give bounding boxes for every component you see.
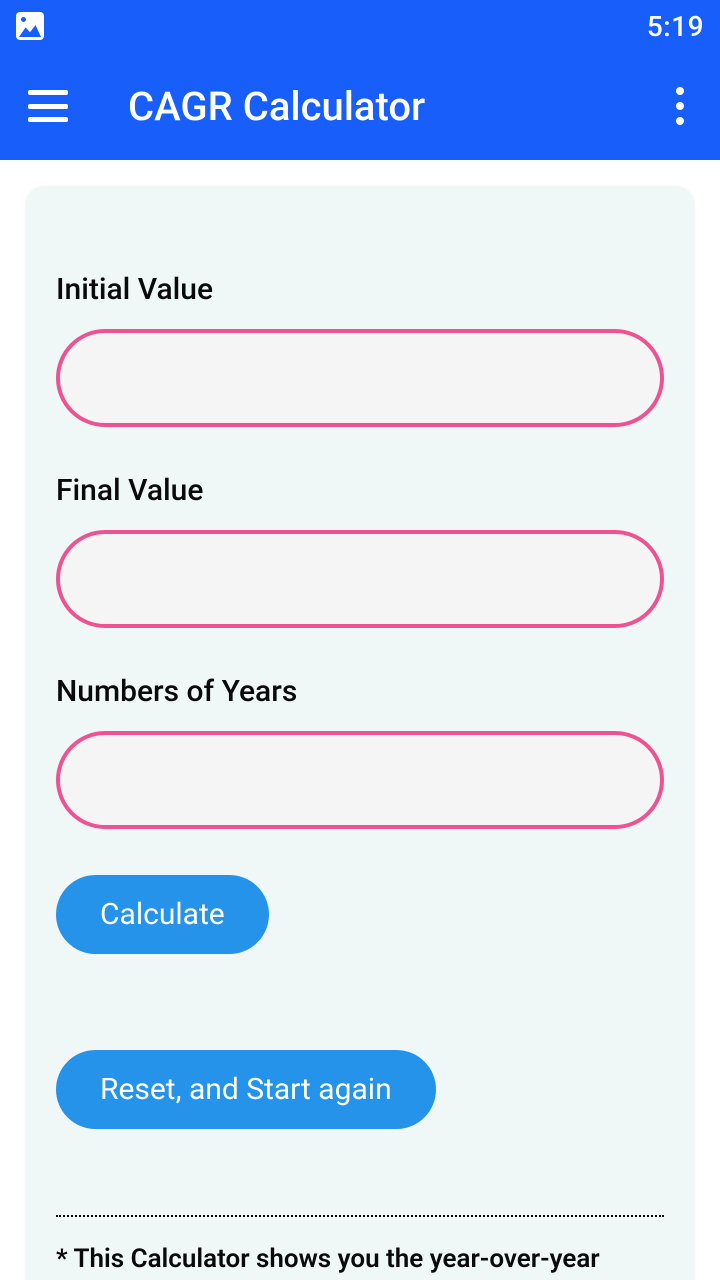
calculate-button[interactable]: Calculate	[56, 875, 269, 954]
content-area: Initial Value Final Value Numbers of Yea…	[0, 160, 720, 1280]
reset-button[interactable]: Reset, and Start again	[56, 1050, 436, 1129]
more-options-icon[interactable]	[668, 87, 692, 125]
calculator-card: Initial Value Final Value Numbers of Yea…	[26, 186, 694, 1280]
hamburger-menu-icon[interactable]	[28, 90, 68, 122]
divider	[56, 1215, 664, 1217]
footer-description: * This Calculator shows you the year-ove…	[56, 1243, 664, 1276]
input-number-of-years[interactable]	[56, 731, 664, 829]
label-initial-value: Initial Value	[56, 272, 664, 307]
status-time: 5:19	[647, 10, 704, 43]
label-final-value: Final Value	[56, 473, 664, 508]
picture-icon	[16, 12, 44, 40]
label-number-of-years: Numbers of Years	[56, 674, 664, 709]
input-initial-value[interactable]	[56, 329, 664, 427]
input-final-value[interactable]	[56, 530, 664, 628]
app-bar: CAGR Calculator	[0, 52, 720, 160]
status-left	[16, 12, 44, 40]
app-title: CAGR Calculator	[128, 83, 668, 130]
status-bar: 5:19	[0, 0, 720, 52]
